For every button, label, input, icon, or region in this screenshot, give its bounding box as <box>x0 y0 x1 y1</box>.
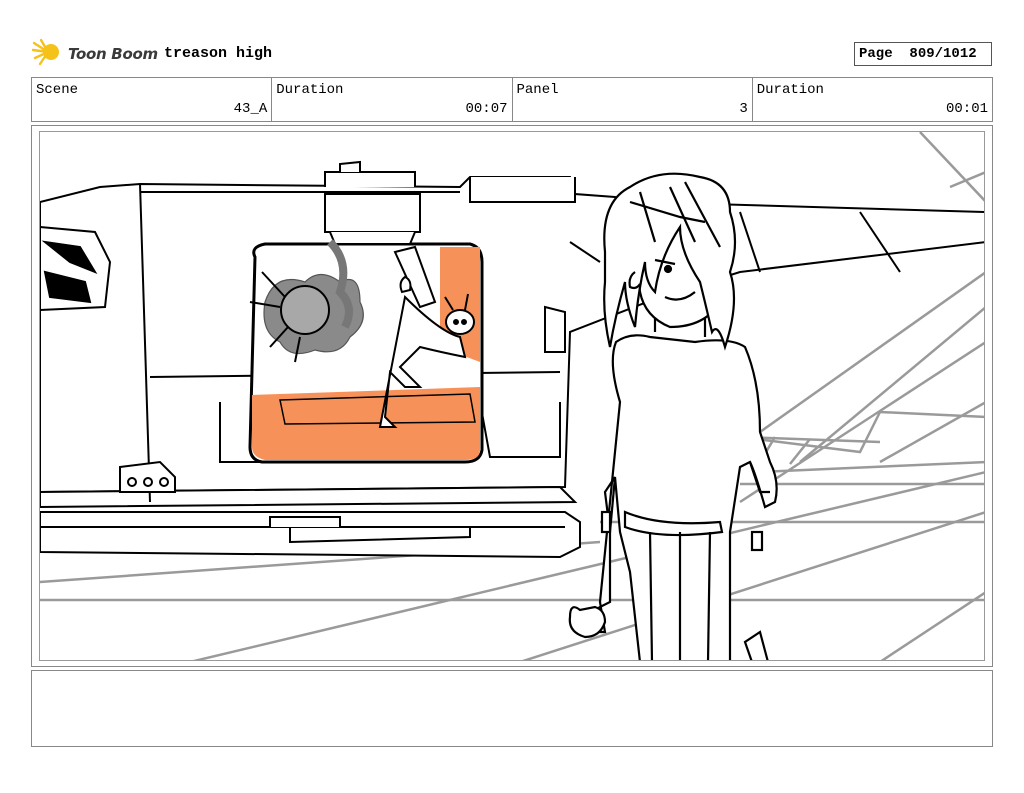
toon-boom-logo-icon <box>31 37 64 72</box>
page-number: 809/1012 <box>909 46 977 62</box>
panel-cell: Panel 3 <box>513 78 753 121</box>
panel-notes-box <box>31 670 993 747</box>
panel-duration-cell: Duration 00:01 <box>753 78 992 121</box>
spaceship <box>40 160 984 559</box>
project-title: treason high <box>164 45 273 62</box>
page-label: Page <box>859 46 893 62</box>
panel-duration-value: 00:01 <box>945 101 988 117</box>
scene-duration-cell: Duration 00:07 <box>272 78 513 121</box>
panel-info-row: Scene 43_A Duration 00:07 Panel 3 Durati… <box>31 77 993 122</box>
scene-cell: Scene 43_A <box>32 78 273 121</box>
storyboard-panel-image <box>39 131 985 661</box>
toon-boom-logo: Toon Boom <box>31 37 158 72</box>
scene-duration-label: Duration <box>276 82 344 98</box>
storyboard-panel-frame <box>31 125 993 667</box>
scene-duration-value: 00:07 <box>465 101 508 117</box>
panel-duration-label: Duration <box>756 82 824 98</box>
scene-value: 43_A <box>233 101 268 117</box>
storyboard-drawing <box>40 132 984 660</box>
panel-label: Panel <box>516 82 559 98</box>
page-header: Toon Boom treason high Page 809/1012 <box>31 37 994 72</box>
scene-label: Scene <box>36 82 79 98</box>
logo-text: Toon Boom <box>68 45 158 63</box>
panel-value: 3 <box>739 101 748 117</box>
page-indicator: Page 809/1012 <box>854 42 992 66</box>
